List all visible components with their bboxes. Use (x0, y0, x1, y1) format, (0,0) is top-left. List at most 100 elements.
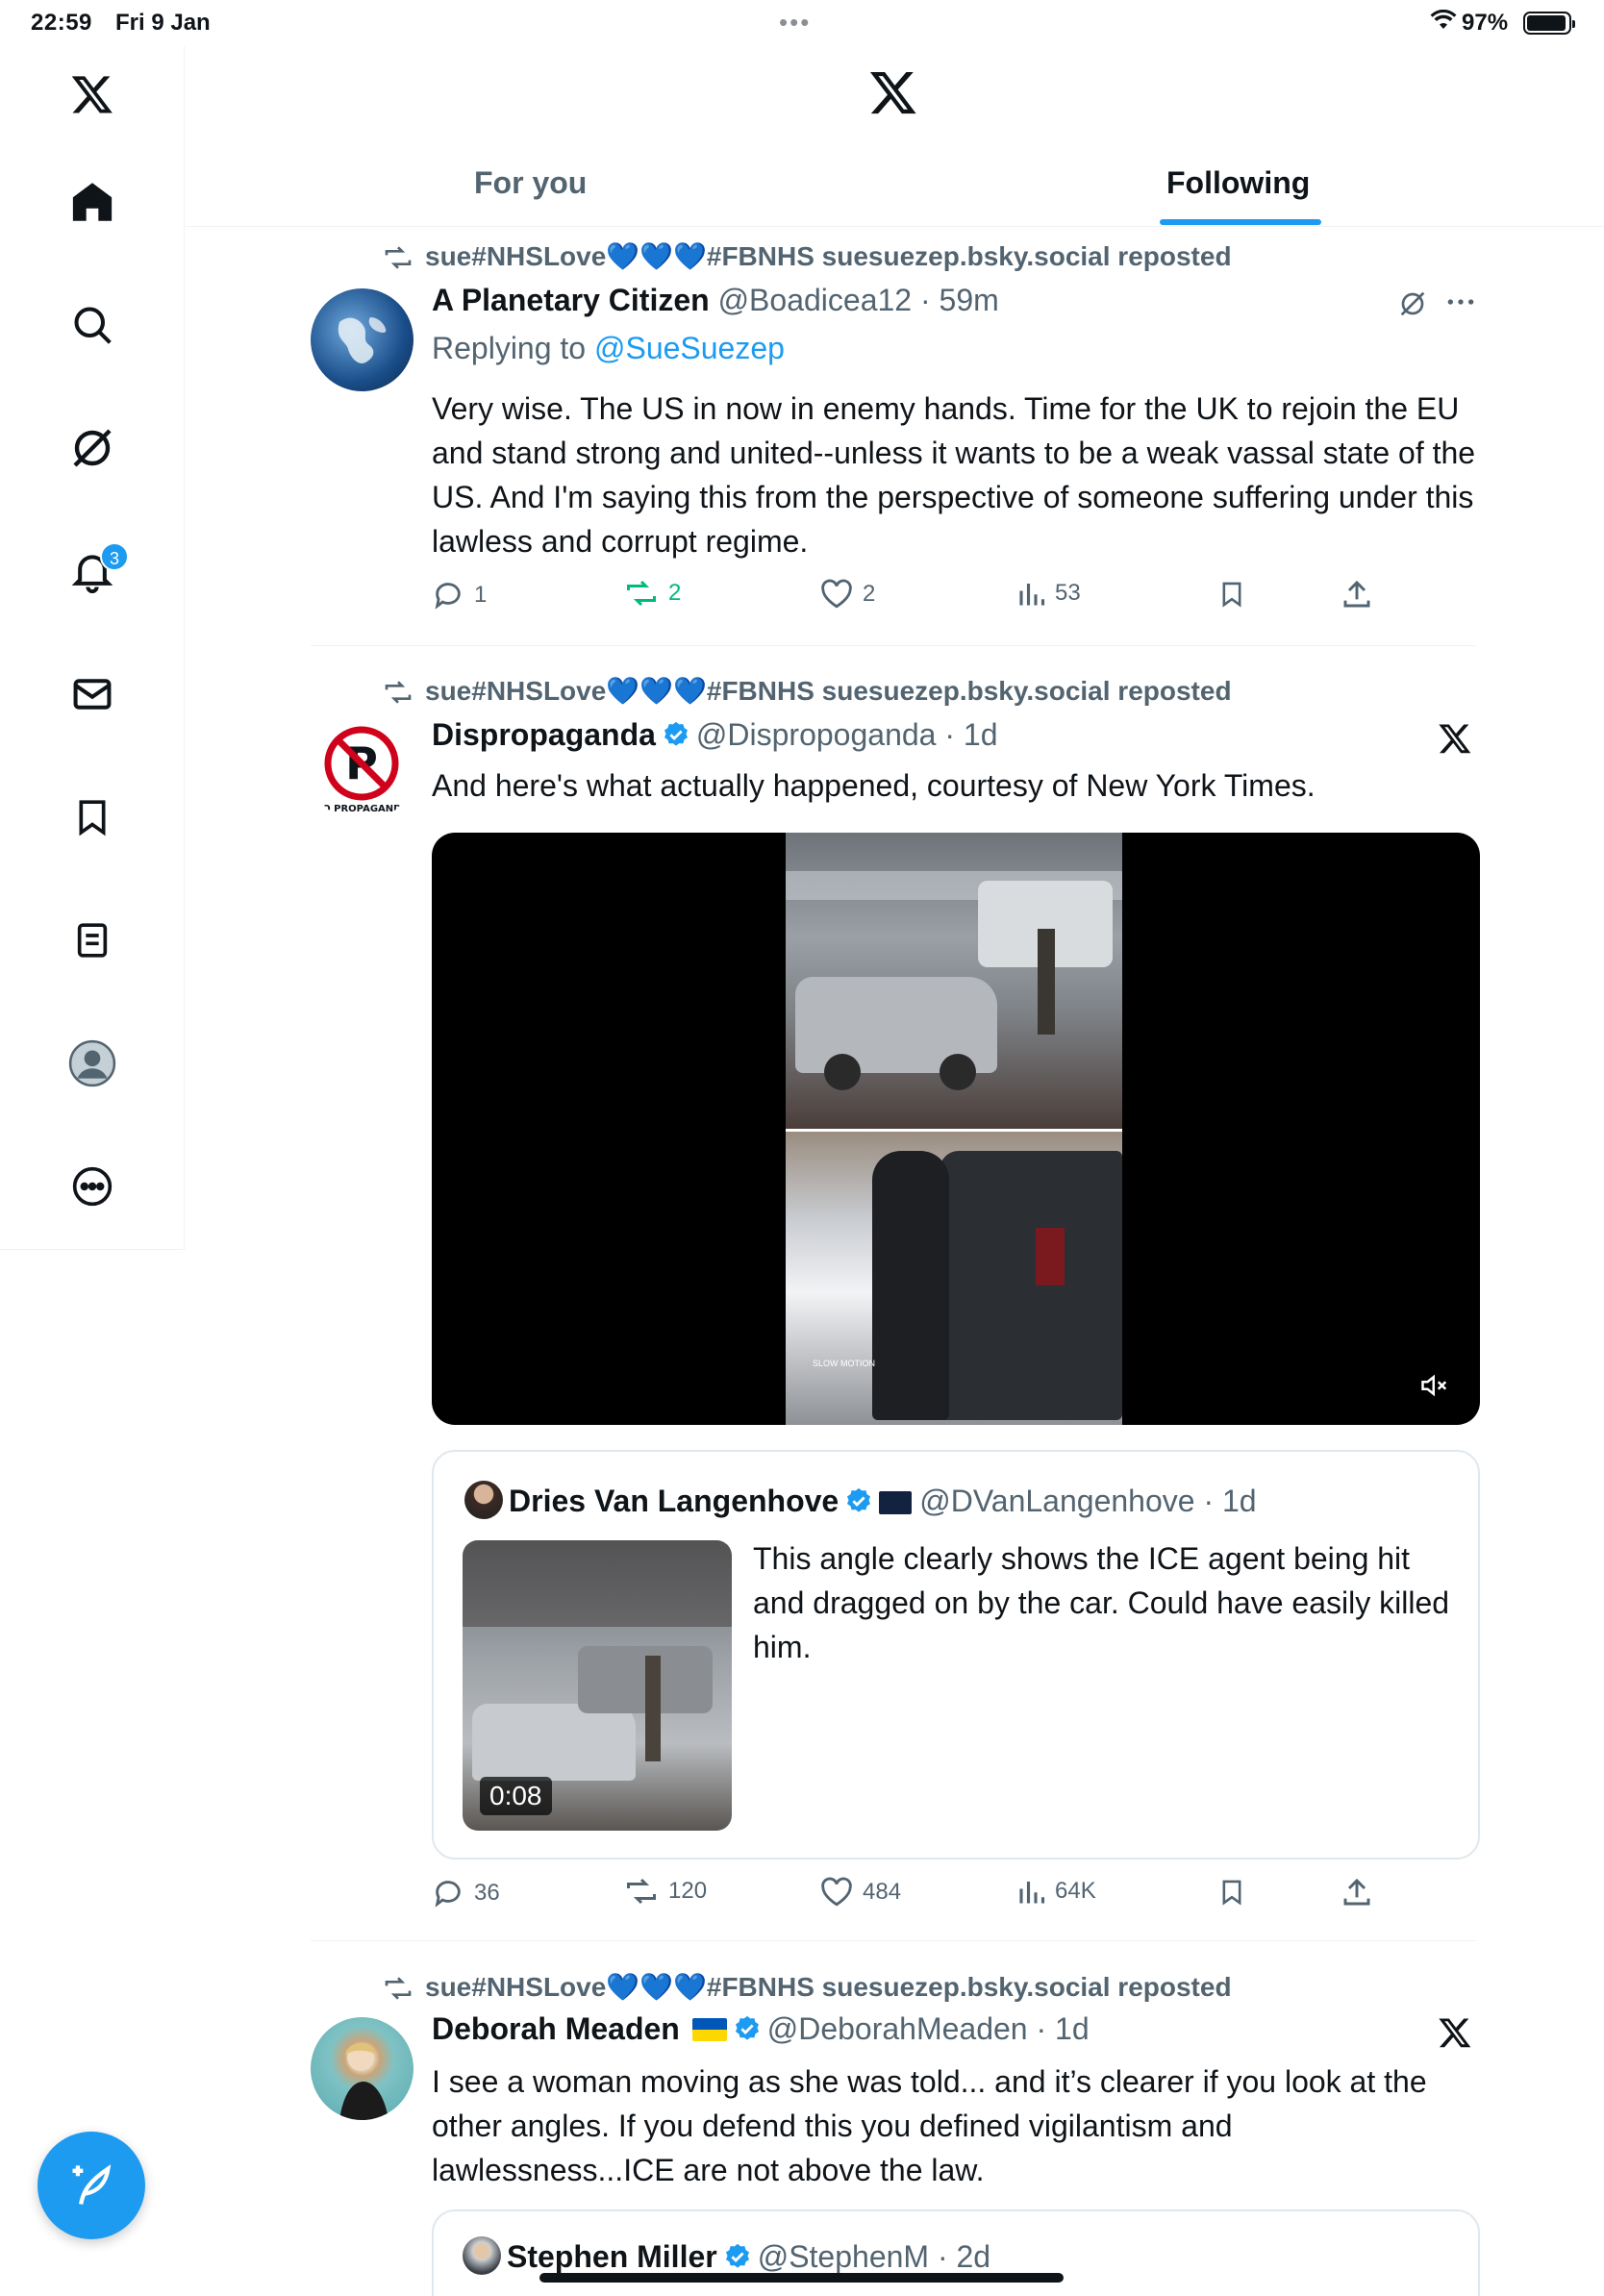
like-count: 2 (863, 581, 876, 607)
status-time: 22:59 (31, 10, 92, 36)
post-text: And here's what actually happened, court… (432, 768, 1316, 803)
reply-to-link[interactable]: @SueSuezep (594, 331, 785, 365)
bookmarks-icon[interactable] (62, 786, 123, 848)
video-caption: SLOW MOTION (813, 1359, 875, 1368)
reply-count: 1 (474, 582, 488, 608)
x-source-icon[interactable] (1438, 721, 1472, 761)
repost-button[interactable]: 120 (624, 1877, 707, 1906)
grok-icon[interactable] (62, 417, 123, 479)
share-button[interactable] (1341, 579, 1372, 610)
video-duration: 0:08 (480, 1777, 552, 1815)
notifications-badge: 3 (100, 542, 129, 571)
post-more-icon[interactable] (1445, 292, 1476, 316)
messages-envelope-icon[interactable] (62, 663, 123, 725)
repost-icon (383, 1976, 414, 2007)
quoted-author-handle[interactable]: @DVanLangenhove · 1d (919, 1484, 1256, 1518)
author-line: A Planetary Citizen @Boadicea12 · 59m (432, 283, 999, 318)
author-line: Dispropaganda @Dispropoganda · 1d (432, 717, 997, 757)
lists-icon[interactable] (62, 910, 123, 971)
timeline-tabs: For you Following (186, 154, 1604, 227)
post-2[interactable]: sue#NHSLove💙💙💙#FBNHS suesuezep.bsky.soci… (311, 673, 1480, 1923)
battery-percentage: 97% (1462, 10, 1509, 36)
reply-button[interactable]: 1 (432, 579, 487, 611)
verified-badge-icon (844, 1486, 873, 1523)
wifi-icon (1430, 9, 1457, 36)
bookmark-button[interactable] (1218, 1877, 1245, 1908)
repost-button[interactable]: 2 (624, 579, 681, 608)
home-icon[interactable] (62, 171, 123, 233)
post-text: Very wise. The US in now in enemy hands.… (432, 391, 1476, 559)
avatar[interactable] (311, 2017, 414, 2120)
post-1[interactable]: sue#NHSLove💙💙💙#FBNHS suesuezep.bsky.soci… (311, 238, 1476, 642)
multitasking-dots[interactable]: ••• (779, 8, 811, 37)
view-count: 53 (1055, 580, 1081, 606)
replying-to: Replying to @SueSuezep (432, 331, 785, 366)
ukraine-flag-icon (691, 2018, 727, 2041)
quoted-post[interactable]: Stephen Miller @StephenM · 2d (432, 2209, 1480, 2296)
post-divider (311, 645, 1476, 646)
more-options-icon[interactable] (62, 1156, 123, 1217)
quoted-author-line: Dries Van Langenhove @DVanLangenhove · 1d (464, 1481, 1257, 1523)
views-button[interactable]: 64K (1016, 1877, 1096, 1906)
quoted-author-name[interactable]: Dries Van Langenhove (509, 1484, 839, 1518)
quoted-author-handle[interactable]: @StephenM · 2d (758, 2239, 990, 2274)
x-source-icon[interactable] (1438, 2015, 1472, 2055)
profile-avatar[interactable] (62, 1033, 123, 1094)
share-button[interactable] (1341, 1877, 1372, 1908)
video-frame-top (786, 833, 1122, 1129)
reply-count: 36 (474, 1880, 500, 1906)
status-date: Fri 9 Jan (115, 10, 211, 36)
verified-badge-icon (662, 720, 690, 757)
views-button[interactable]: 53 (1016, 579, 1081, 608)
reply-button[interactable]: 36 (432, 1877, 500, 1909)
grok-explain-icon[interactable] (1397, 288, 1428, 324)
video-player[interactable]: SLOW MOTION (432, 833, 1480, 1425)
repost-count: 120 (668, 1878, 708, 1904)
reply-prefix: Replying to (432, 331, 594, 365)
x-logo-icon[interactable] (62, 63, 123, 125)
author-handle[interactable]: @DeborahMeaden · 1d (767, 2011, 1090, 2046)
svg-text:NO PROPAGANDA: NO PROPAGANDA (314, 804, 410, 814)
active-tab-indicator (1160, 219, 1321, 225)
avatar[interactable]: P NO PROPAGANDA (311, 719, 414, 822)
like-button[interactable]: 484 (820, 1877, 901, 1908)
status-bar: 22:59 Fri 9 Jan ••• 97% (0, 0, 1604, 46)
repost-text: sue#NHSLove💙💙💙#FBNHS suesuezep.bsky.soci… (425, 676, 1232, 706)
post-text: I see a woman moving as she was told... … (432, 2064, 1427, 2187)
author-line: Deborah Meaden @DeborahMeaden · 1d (432, 2011, 1090, 2051)
repost-count: 2 (668, 580, 682, 606)
repost-indicator: sue#NHSLove💙💙💙#FBNHS suesuezep.bsky.soci… (383, 675, 1232, 711)
home-indicator[interactable] (539, 2273, 1064, 2283)
repost-icon (383, 680, 414, 711)
post-actions: 36 120 484 64K (432, 1877, 1441, 1915)
compose-post-button[interactable] (38, 2132, 145, 2239)
author-name[interactable]: Deborah Meaden (432, 2011, 680, 2046)
affiliate-badge-icon (879, 1491, 913, 1514)
post-divider (311, 1940, 1476, 1941)
verified-badge-icon (733, 2014, 762, 2051)
avatar[interactable] (311, 288, 414, 391)
repost-indicator: sue#NHSLove💙💙💙#FBNHS suesuezep.bsky.soci… (383, 240, 1232, 276)
repost-indicator: sue#NHSLove💙💙💙#FBNHS suesuezep.bsky.soci… (383, 1971, 1232, 2007)
like-button[interactable]: 2 (820, 579, 875, 610)
tab-for-you[interactable]: For you (474, 165, 587, 201)
mute-icon[interactable] (1420, 1373, 1449, 1403)
header-x-logo-icon[interactable] (868, 67, 918, 122)
quoted-avatar[interactable] (463, 2236, 501, 2275)
repost-icon (383, 245, 414, 276)
like-count: 484 (863, 1879, 902, 1905)
video-frame-bottom: SLOW MOTION (786, 1132, 1122, 1425)
quoted-author-name[interactable]: Stephen Miller (507, 2239, 717, 2274)
post-actions: 1 2 2 53 (432, 579, 1441, 617)
post-3[interactable]: sue#NHSLove💙💙💙#FBNHS suesuezep.bsky.soci… (311, 1969, 1480, 2296)
search-icon[interactable] (62, 294, 123, 356)
author-name[interactable]: Dispropaganda (432, 717, 656, 752)
author-handle[interactable]: @Dispropoganda · 1d (696, 717, 998, 752)
author-handle[interactable]: @Boadicea12 · 59m (718, 283, 999, 317)
quoted-post[interactable]: Dries Van Langenhove @DVanLangenhove · 1d… (432, 1450, 1480, 1859)
author-name[interactable]: A Planetary Citizen (432, 283, 710, 317)
quoted-avatar[interactable] (464, 1481, 503, 1519)
bookmark-button[interactable] (1218, 579, 1245, 610)
tab-following[interactable]: Following (1166, 165, 1310, 201)
quoted-video-thumbnail[interactable]: 0:08 (463, 1540, 732, 1831)
